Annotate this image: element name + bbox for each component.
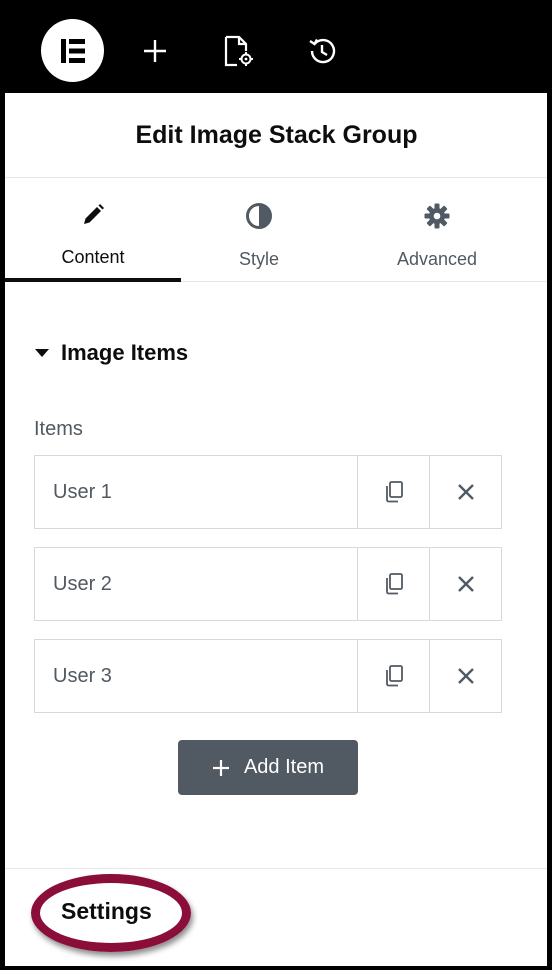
tab-label: Advanced xyxy=(396,249,478,269)
pencil-icon xyxy=(80,202,106,233)
page-settings-icon[interactable] xyxy=(216,29,260,73)
tab-style[interactable]: Style xyxy=(181,179,337,282)
remove-icon[interactable] xyxy=(429,456,501,528)
tab-advanced[interactable]: Advanced xyxy=(337,179,537,282)
repeater-item[interactable]: User 1 xyxy=(34,455,502,529)
repeater-item-title[interactable]: User 1 xyxy=(35,456,357,528)
repeater-item[interactable]: User 2 xyxy=(34,547,502,621)
plus-icon xyxy=(212,759,230,777)
tab-content[interactable]: Content xyxy=(5,179,181,282)
editor-panel: Edit Image Stack Group Content Style Adv… xyxy=(0,0,552,970)
add-item-label: Add Item xyxy=(243,756,325,778)
history-icon[interactable] xyxy=(300,29,344,73)
remove-icon[interactable] xyxy=(429,548,501,620)
repeater-item-title[interactable]: User 3 xyxy=(35,640,357,712)
active-tab-indicator xyxy=(5,278,181,282)
elementor-logo-icon[interactable] xyxy=(41,19,104,82)
panel-title: Edit Image Stack Group xyxy=(5,93,547,178)
duplicate-icon[interactable] xyxy=(357,640,429,712)
tab-label: Content xyxy=(61,247,125,267)
repeater-item-title[interactable]: User 2 xyxy=(35,548,357,620)
plus-icon[interactable] xyxy=(133,29,177,73)
contrast-icon xyxy=(245,202,273,235)
caret-down-icon xyxy=(35,348,51,358)
section-toggle-image-items[interactable]: Image Items xyxy=(35,340,188,366)
top-toolbar xyxy=(5,5,547,93)
duplicate-icon[interactable] xyxy=(357,548,429,620)
settings-button[interactable]: Settings xyxy=(61,898,152,925)
repeater-label: Items xyxy=(34,418,83,440)
footer-divider xyxy=(5,868,547,869)
gear-icon xyxy=(423,202,451,235)
repeater-item[interactable]: User 3 xyxy=(34,639,502,713)
duplicate-icon[interactable] xyxy=(357,456,429,528)
add-item-button[interactable]: Add Item xyxy=(178,740,358,795)
panel-tabs: Content Style Advanced xyxy=(5,179,547,282)
remove-icon[interactable] xyxy=(429,640,501,712)
tab-label: Style xyxy=(238,249,280,269)
section-title: Image Items xyxy=(61,340,189,365)
